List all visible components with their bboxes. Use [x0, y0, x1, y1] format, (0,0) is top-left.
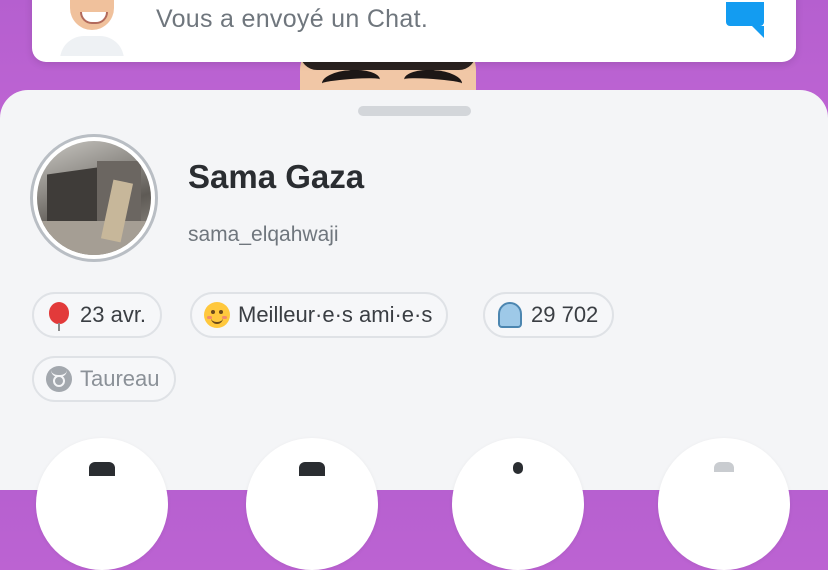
zodiac-chip[interactable]: Taureau — [32, 356, 176, 402]
snap-score-chip[interactable]: 29 702 — [483, 292, 615, 338]
friendship-label: Meilleur·e·s ami·e·s — [238, 302, 433, 327]
action-icon-2 — [299, 462, 325, 476]
action-button-1[interactable] — [36, 438, 168, 570]
action-icon-3 — [513, 462, 523, 474]
smiley-icon — [204, 302, 230, 328]
zodiac-label: Taureau — [80, 366, 160, 391]
chat-bubble-icon — [726, 2, 764, 38]
sender-avatar — [58, 0, 124, 56]
display-name: Sama Gaza — [188, 158, 365, 195]
profile-sheet: Sama Gaza sama_elqahwaji 23 avr. Meilleu… — [0, 90, 828, 570]
action-icon-4 — [714, 462, 734, 472]
username: sama_elqahwaji — [188, 223, 339, 246]
action-button-3[interactable] — [452, 438, 584, 570]
balloon-icon — [46, 302, 72, 331]
action-button-2[interactable] — [246, 438, 378, 570]
chat-notification[interactable]: Vous a envoyé un Chat. — [32, 0, 796, 62]
birthday-chip[interactable]: 23 avr. — [32, 292, 163, 338]
action-icon-1 — [89, 462, 115, 476]
snap-score-label: 29 702 — [531, 302, 599, 327]
action-button-4[interactable] — [658, 438, 790, 570]
taurus-icon — [46, 366, 72, 392]
profile-picture[interactable] — [30, 134, 158, 262]
friendship-chip[interactable]: Meilleur·e·s ami·e·s — [190, 292, 449, 338]
birthday-label: 23 avr. — [80, 302, 147, 327]
notification-text: Vous a envoyé un Chat. — [156, 5, 429, 33]
ghost-score-icon — [497, 302, 523, 328]
drag-handle[interactable] — [358, 106, 471, 116]
